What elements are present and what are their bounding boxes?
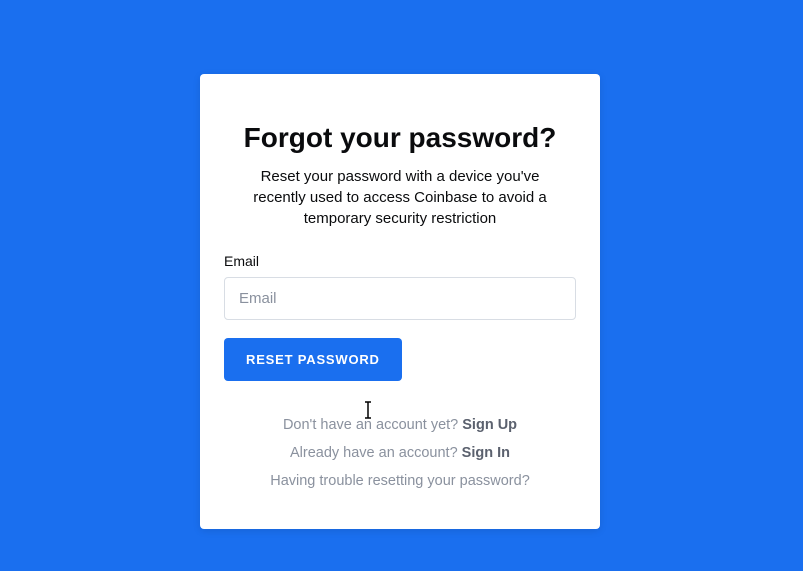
signup-prompt: Don't have an account yet? [283, 417, 462, 433]
email-label: Email [224, 253, 576, 269]
reset-password-card: Forgot your password? Reset your passwor… [200, 74, 600, 529]
signin-link[interactable]: Sign In [462, 445, 510, 461]
signup-link[interactable]: Sign Up [462, 417, 517, 433]
signin-row: Already have an account? Sign In [224, 445, 576, 461]
signin-prompt: Already have an account? [290, 445, 462, 461]
page-title: Forgot your password? [224, 122, 576, 154]
reset-password-button[interactable]: RESET PASSWORD [224, 338, 402, 381]
signup-row: Don't have an account yet? Sign Up [224, 417, 576, 433]
email-field[interactable] [224, 277, 576, 320]
page-subtitle: Reset your password with a device you've… [224, 166, 576, 229]
trouble-link[interactable]: Having trouble resetting your password? [224, 473, 576, 489]
links-section: Don't have an account yet? Sign Up Alrea… [224, 417, 576, 489]
